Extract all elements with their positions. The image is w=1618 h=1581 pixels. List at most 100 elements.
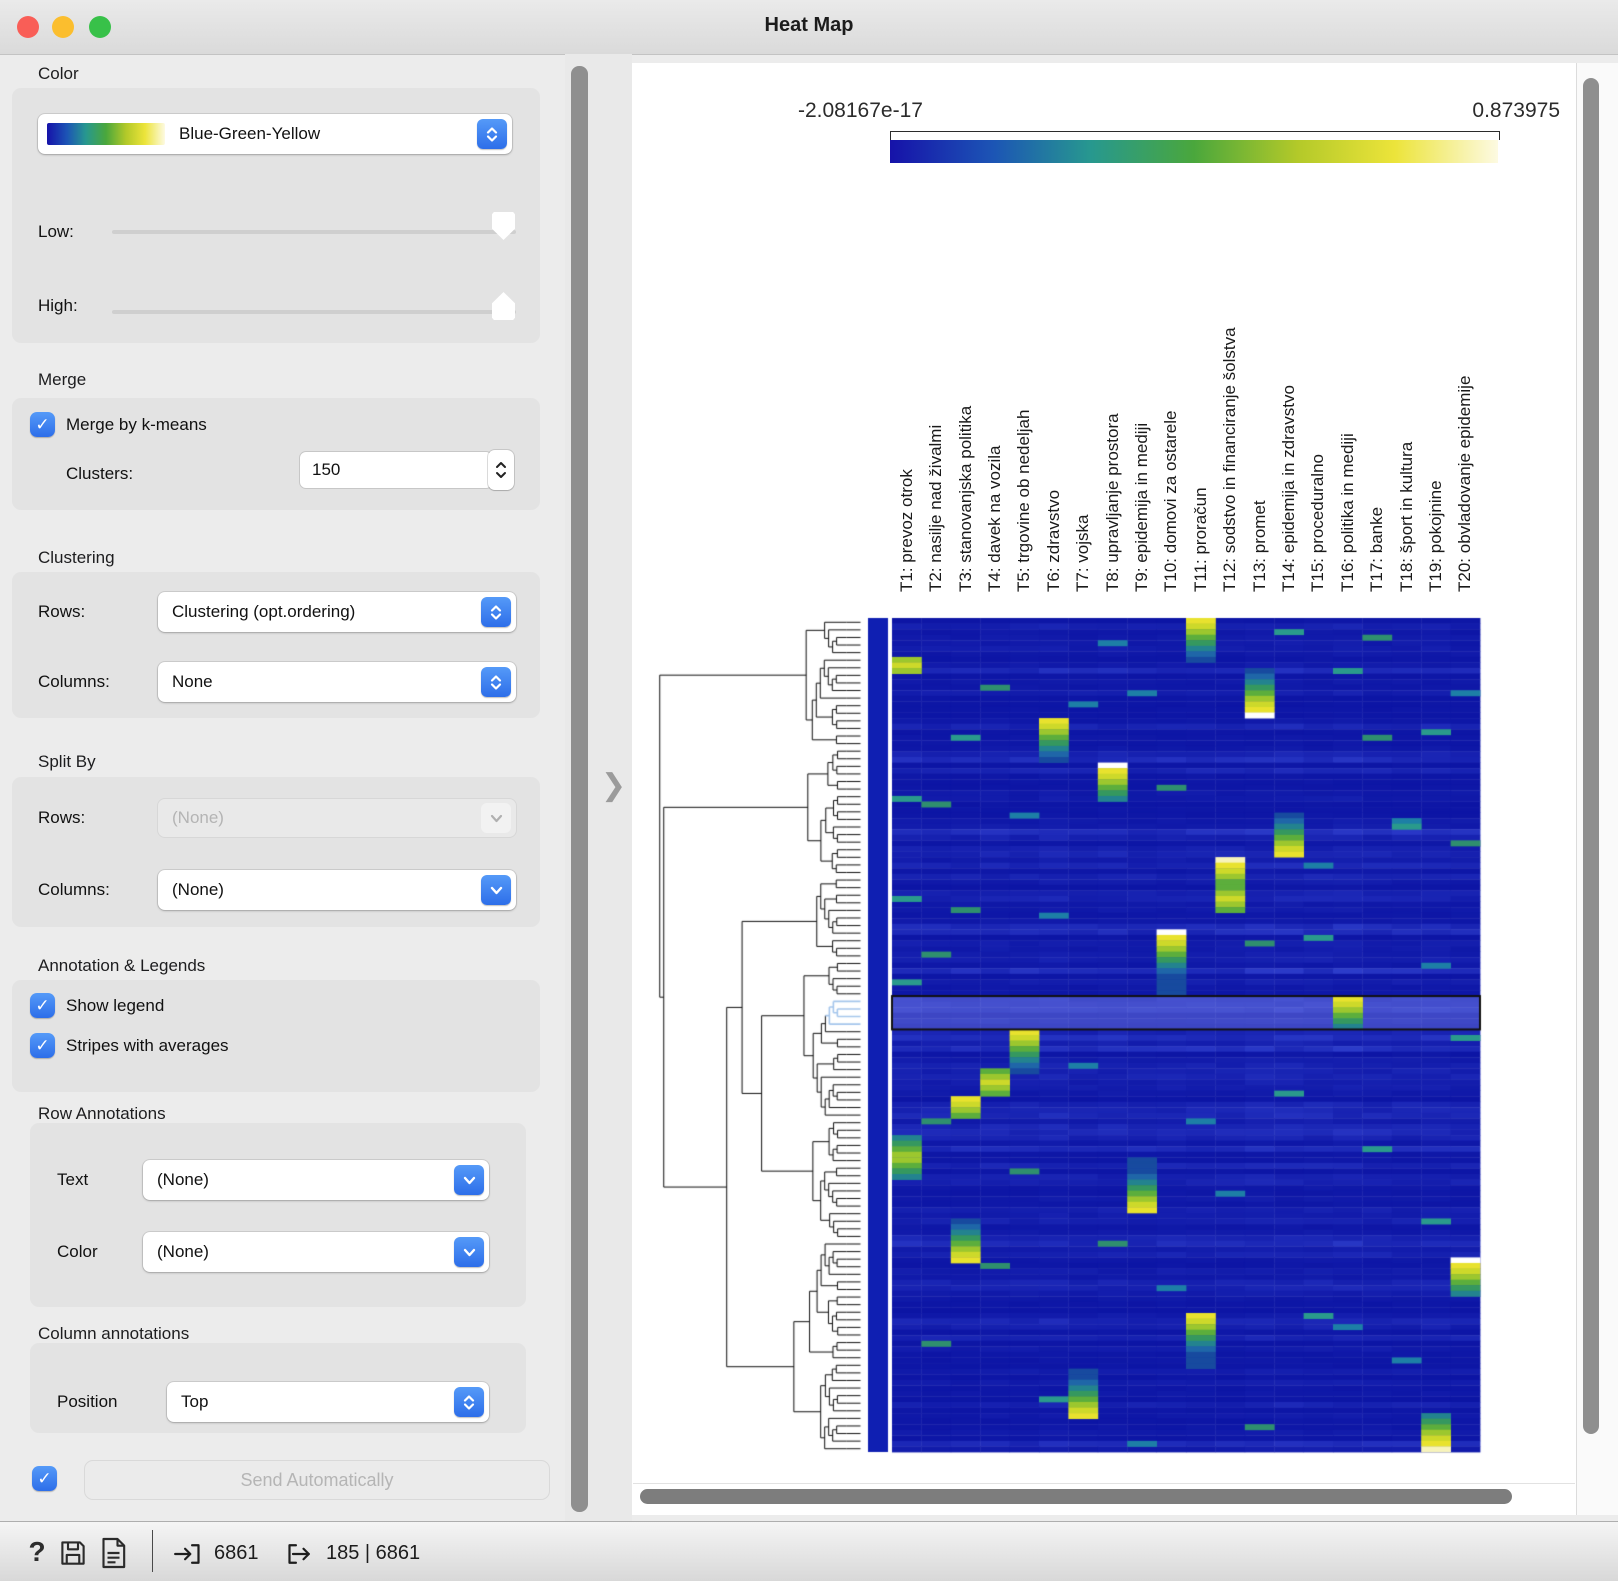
- horizontal-scroll-separator: [633, 1483, 1575, 1484]
- stepper-up-icon: [495, 461, 507, 469]
- send-automatically-label: Send Automatically: [240, 1470, 393, 1491]
- chevron-down-icon: [454, 1165, 484, 1195]
- legend-min-value: -2.08167e-17: [798, 99, 923, 123]
- column-label: T14: epidemija in zdravstvo: [1279, 385, 1299, 592]
- row-annotations-text-label: Text: [57, 1170, 88, 1190]
- column-label: T13: promet: [1250, 500, 1270, 592]
- splitby-columns-value: (None): [158, 880, 481, 900]
- clustering-columns-label: Columns:: [38, 672, 110, 692]
- stripes-label: Stripes with averages: [66, 1036, 229, 1056]
- chevron-updown-icon: [477, 119, 507, 149]
- clustering-columns-value: None: [158, 672, 481, 692]
- row-annotations-text-value: (None): [143, 1170, 454, 1190]
- column-label: T7: vojska: [1073, 515, 1093, 592]
- window-title: Heat Map: [0, 14, 1618, 37]
- column-label: T16: politika in mediji: [1338, 433, 1358, 592]
- column-label: T12: sodstvo in financiranje šolstva: [1220, 327, 1240, 592]
- column-label: T2: nasilje nad živalmi: [926, 425, 946, 592]
- check-icon: ✓: [35, 1036, 49, 1056]
- send-automatically-button[interactable]: Send Automatically: [84, 1460, 550, 1500]
- output-count: 185 | 6861: [326, 1542, 420, 1565]
- palette-combobox[interactable]: Blue-Green-Yellow: [38, 114, 512, 154]
- low-slider[interactable]: [112, 230, 516, 234]
- check-icon: ✓: [37, 1469, 51, 1489]
- splitby-rows-value: (None): [158, 808, 481, 828]
- row-annotations-text-combobox[interactable]: (None): [143, 1160, 489, 1200]
- merge-kmeans-label: Merge by k-means: [66, 415, 207, 435]
- annotation-section-label: Annotation & Legends: [38, 956, 205, 976]
- column-label: T18: šport in kultura: [1397, 442, 1417, 592]
- clustering-rows-value: Clustering (opt.ordering): [158, 602, 481, 622]
- clusters-stepper[interactable]: [488, 450, 514, 490]
- splitby-rows-label: Rows:: [38, 808, 85, 828]
- help-icon[interactable]: ?: [22, 1534, 52, 1570]
- output-count-icon: [284, 1540, 316, 1568]
- clustering-rows-combobox[interactable]: Clustering (opt.ordering): [158, 592, 516, 632]
- title-bar: Heat Map: [0, 0, 1618, 55]
- column-label: T11: proračun: [1191, 487, 1211, 592]
- expand-splitter-chevron-icon[interactable]: ❯: [601, 768, 626, 803]
- column-label: T6: zdravstvo: [1044, 490, 1064, 592]
- column-label: T17: banke: [1367, 507, 1387, 592]
- colorbar-ruler: [890, 131, 1500, 140]
- chevron-down-icon: [481, 803, 511, 833]
- column-label: T15: proceduralno: [1308, 454, 1328, 592]
- report-document-icon[interactable]: [100, 1537, 127, 1569]
- vertical-scrollbar[interactable]: [1583, 78, 1599, 1434]
- merge-section-label: Merge: [38, 370, 86, 390]
- status-divider: [152, 1530, 153, 1572]
- send-automatically-checkbox[interactable]: ✓: [32, 1466, 57, 1491]
- chevron-down-icon: [454, 1237, 484, 1267]
- save-icon[interactable]: [58, 1538, 88, 1568]
- clusters-value: 150: [312, 460, 340, 480]
- input-count: 6861: [214, 1542, 259, 1565]
- row-annotations-section-label: Row Annotations: [38, 1104, 166, 1124]
- chevron-updown-icon: [481, 667, 511, 697]
- clusters-label: Clusters:: [66, 464, 133, 484]
- column-label: T4: davek na vozila: [985, 446, 1005, 592]
- clusters-input[interactable]: 150: [300, 452, 492, 488]
- check-icon: ✓: [35, 996, 49, 1016]
- row-annotations-color-label: Color: [57, 1242, 98, 1262]
- column-label: T19: pokojnine: [1426, 480, 1446, 592]
- column-annotations-section-label: Column annotations: [38, 1324, 189, 1344]
- position-value: Top: [167, 1392, 454, 1412]
- stripes-checkbox[interactable]: ✓: [30, 1033, 55, 1058]
- high-slider[interactable]: [112, 310, 516, 314]
- horizontal-scrollbar[interactable]: [640, 1489, 1512, 1504]
- splitby-section-label: Split By: [38, 752, 96, 772]
- column-label: T3: stanovanjska politika: [956, 406, 976, 592]
- chevron-updown-icon: [481, 597, 511, 627]
- input-count-icon: [172, 1540, 204, 1568]
- show-legend-checkbox[interactable]: ✓: [30, 993, 55, 1018]
- splitby-columns-label: Columns:: [38, 880, 110, 900]
- color-section-label: Color: [38, 64, 79, 84]
- position-label: Position: [57, 1392, 117, 1412]
- column-label: T10: domovi za ostarele: [1161, 411, 1181, 592]
- row-annotations-groupbox: [30, 1123, 526, 1307]
- stepper-down-icon: [495, 471, 507, 479]
- row-annotations-color-value: (None): [143, 1242, 454, 1262]
- palette-swatch: [47, 123, 165, 145]
- low-slider-label: Low:: [38, 222, 74, 242]
- check-icon: ✓: [35, 415, 49, 435]
- colorbar: [890, 140, 1498, 163]
- legend-max-value: 0.873975: [1360, 99, 1560, 123]
- merge-kmeans-checkbox[interactable]: ✓: [30, 412, 55, 437]
- sidebar-scrollbar[interactable]: [571, 66, 588, 1512]
- splitby-rows-combobox: (None): [158, 799, 516, 837]
- splitby-columns-combobox[interactable]: (None): [158, 870, 516, 910]
- chevron-down-icon: [481, 875, 511, 905]
- column-label: T1: prevoz otrok: [897, 469, 917, 592]
- palette-combobox-value: Blue-Green-Yellow: [165, 124, 477, 144]
- position-combobox[interactable]: Top: [167, 1382, 489, 1422]
- clustering-columns-combobox[interactable]: None: [158, 662, 516, 702]
- row-annotations-color-combobox[interactable]: (None): [143, 1232, 489, 1272]
- show-legend-label: Show legend: [66, 996, 164, 1016]
- column-label: T20: obvladovanje epidemije: [1455, 376, 1475, 592]
- high-slider-label: High:: [38, 296, 78, 316]
- heatmap-canvas[interactable]: [632, 610, 1578, 1460]
- column-label: T8: upravljanje prostora: [1103, 413, 1123, 592]
- clustering-section-label: Clustering: [38, 548, 115, 568]
- chevron-updown-icon: [454, 1387, 484, 1417]
